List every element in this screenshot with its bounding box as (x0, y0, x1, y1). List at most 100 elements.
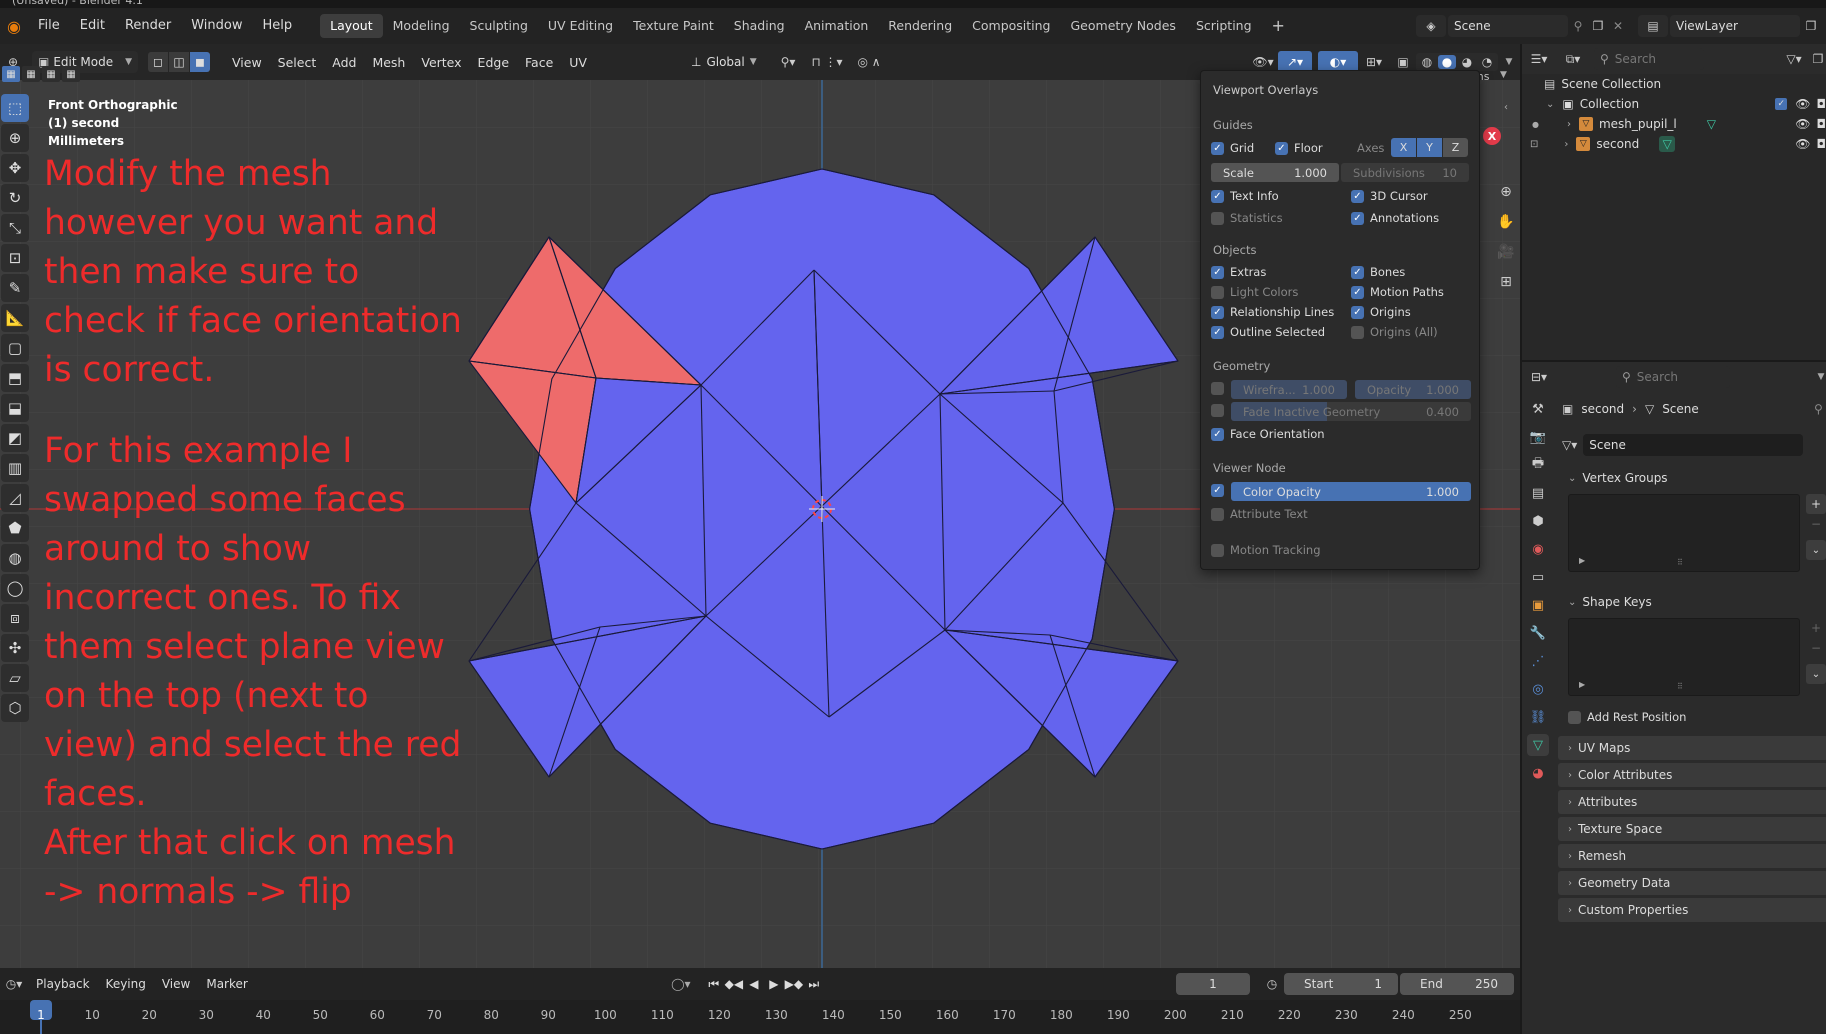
menu-file[interactable]: File (28, 14, 70, 38)
transform-orientation-dropdown[interactable]: ⊥ Global ▼ (685, 51, 771, 73)
face-select-icon[interactable]: ◼ (190, 52, 210, 72)
proportional-edit-icon[interactable]: ◎ ∧ (849, 55, 889, 69)
eye-icon[interactable]: 👁 (1795, 117, 1810, 131)
tab-scripting[interactable]: Scripting (1186, 14, 1262, 38)
annotations-checkbox[interactable]: ✓ Annotations (1351, 211, 1439, 225)
shear-tool-icon[interactable]: ▱ (1, 664, 29, 692)
extrude-tool-icon[interactable]: ⬒ (1, 364, 29, 392)
grid-checkbox[interactable]: ✓ Grid (1211, 141, 1254, 155)
floor-checkbox[interactable]: ✓ Floor (1275, 141, 1323, 155)
scene-tab-icon[interactable]: ⬢ (1527, 510, 1549, 532)
add-rest-position-checkbox[interactable]: Add Rest Position (1568, 710, 1686, 724)
add-vertex-group-button[interactable]: + (1806, 494, 1826, 514)
menu-uv[interactable]: UV (561, 55, 595, 70)
menu-view[interactable]: View (224, 55, 270, 70)
knife-tool-icon[interactable]: ◿ (1, 484, 29, 512)
add-cube-tool-icon[interactable]: ▢ (1, 334, 29, 362)
axis-y-toggle[interactable]: Y (1417, 138, 1442, 157)
render-tab-icon[interactable]: 📷 (1527, 426, 1549, 448)
play-reverse-icon[interactable]: ◀ (744, 977, 764, 991)
shading-options-icon[interactable]: ▼ (1498, 57, 1520, 67)
perspective-grid-icon[interactable]: ⊞ (1494, 270, 1518, 294)
resize-handle-icon[interactable]: ⠿ (1677, 682, 1683, 691)
pin-icon[interactable]: ⚲ (1814, 402, 1823, 416)
new-view-layer-icon[interactable]: ❐ (1800, 19, 1822, 33)
wireframe-shading-icon[interactable]: ◍ (1418, 55, 1436, 69)
frame-start-field[interactable]: Start 1 (1284, 973, 1398, 995)
tab-animation[interactable]: Animation (795, 14, 879, 38)
bones-checkbox[interactable]: ✓ Bones (1351, 265, 1405, 279)
material-shading-icon[interactable]: ◕ (1458, 55, 1476, 69)
edge-slide-tool-icon[interactable]: ⧈ (1, 604, 29, 632)
pin-icon[interactable]: ⚲ (1568, 19, 1588, 33)
material-tab-icon[interactable]: ◕ (1527, 762, 1549, 784)
shape-keys-list[interactable]: ▶ ⠿ (1568, 618, 1800, 696)
menu-select[interactable]: Select (270, 55, 325, 70)
menu-window[interactable]: Window (181, 14, 252, 38)
annotate-tool-icon[interactable]: ✎ (1, 274, 29, 302)
light-colors-checkbox[interactable]: Light Colors (1211, 285, 1298, 299)
move-tool-icon[interactable]: ✥ (1, 154, 29, 182)
collection-row[interactable]: ⌄ ▣ Collection ✓ 👁 ◘ (1522, 94, 1826, 114)
object-row-mesh-pupil[interactable]: ● › ▽ mesh_pupil_l ▽ 👁 ◘ (1522, 114, 1826, 134)
menu-render[interactable]: Render (115, 14, 181, 38)
vertex-group-menu-button[interactable]: ⌄ (1806, 540, 1826, 560)
panel-shape-keys[interactable]: ⌄ Shape Keys (1558, 590, 1826, 614)
shrink-tool-icon[interactable]: ✣ (1, 634, 29, 662)
menu-help[interactable]: Help (253, 14, 303, 38)
tab-rendering[interactable]: Rendering (878, 14, 962, 38)
tab-geometry-nodes[interactable]: Geometry Nodes (1061, 14, 1186, 38)
eye-icon[interactable]: 👁 (1795, 137, 1810, 151)
auto-keying-icon[interactable]: ◯▾ (666, 977, 696, 991)
datablock-name[interactable]: Scene (1583, 434, 1804, 456)
timeline-menu-playback[interactable]: Playback (28, 977, 98, 991)
new-collection-icon[interactable]: ❐ (1808, 52, 1826, 66)
loop-cut-tool-icon[interactable]: ▥ (1, 454, 29, 482)
zoom-icon[interactable]: ⊕ (1494, 180, 1518, 204)
solid-shading-icon[interactable]: ● (1438, 55, 1456, 69)
tab-shading[interactable]: Shading (724, 14, 795, 38)
tab-uv-editing[interactable]: UV Editing (538, 14, 623, 38)
bevel-tool-icon[interactable]: ◩ (1, 424, 29, 452)
origins-checkbox[interactable]: ✓ Origins (1351, 305, 1411, 319)
spin-tool-icon[interactable]: ◍ (1, 544, 29, 572)
chevron-down-icon[interactable]: ▼ (1814, 372, 1826, 382)
mesh-edit-overlay-icon[interactable]: ⊞▾ (1358, 55, 1390, 69)
region-toggle-icon[interactable]: ‹ (1504, 102, 1508, 113)
timeline-menu-view[interactable]: View (154, 977, 198, 991)
camera-view-icon[interactable]: 🎥 (1494, 240, 1518, 264)
physics-tab-icon[interactable]: ◎ (1527, 678, 1549, 700)
jump-end-icon[interactable]: ⏭ (804, 977, 824, 992)
constraints-tab-icon[interactable]: ⛓ (1527, 706, 1549, 728)
poly-build-tool-icon[interactable]: ⬟ (1, 514, 29, 542)
panel-geometry-data[interactable]: › Geometry Data (1558, 871, 1826, 895)
menu-mesh[interactable]: Mesh (364, 55, 413, 70)
camera-icon[interactable]: ◘ (1817, 117, 1826, 131)
panel-texture-space[interactable]: › Texture Space (1558, 817, 1826, 841)
timeline-menu-marker[interactable]: Marker (198, 977, 255, 991)
color-opacity-field[interactable]: Color Opacity 1.000 (1231, 482, 1471, 501)
object-tab-icon[interactable]: ▣ (1527, 594, 1549, 616)
panel-color-attributes[interactable]: › Color Attributes (1558, 763, 1826, 787)
frame-ruler[interactable]: 1 10 20 30 40 50 60 70 80 90 100 110 120 130 140 150 160… (0, 1000, 1520, 1034)
jump-keyframe-back-icon[interactable]: ◆◀ (724, 977, 744, 991)
measure-tool-icon[interactable]: 📐 (1, 304, 29, 332)
inset-tool-icon[interactable]: ⬓ (1, 394, 29, 422)
fade-inactive-checkbox[interactable] (1211, 404, 1224, 417)
object-row-second[interactable]: ⊡ › ▽ second ▽ 👁 ◘ (1522, 134, 1826, 154)
eye-icon[interactable]: 👁 (1795, 97, 1810, 111)
display-mode-icon[interactable]: ⧉▾ (1556, 52, 1590, 67)
jump-start-icon[interactable]: ⏮ (704, 977, 724, 992)
tab-compositing[interactable]: Compositing (962, 14, 1060, 38)
face-orientation-checkbox[interactable]: ✓ Face Orientation (1211, 427, 1325, 441)
menu-face[interactable]: Face (517, 55, 561, 70)
menu-add[interactable]: Add (324, 55, 364, 70)
blender-logo-icon[interactable]: ◉ (0, 14, 28, 38)
select-mode-bar[interactable]: ▦ ▦ ▦ ▦ (2, 66, 80, 82)
play-icon[interactable]: ▶ (764, 977, 784, 991)
timeline-menu-keying[interactable]: Keying (98, 977, 154, 991)
scene-name-field[interactable]: Scene (1448, 15, 1568, 37)
statistics-checkbox[interactable]: Statistics (1211, 211, 1283, 225)
camera-icon[interactable]: ◘ (1817, 137, 1826, 151)
menu-edge[interactable]: Edge (470, 55, 517, 70)
